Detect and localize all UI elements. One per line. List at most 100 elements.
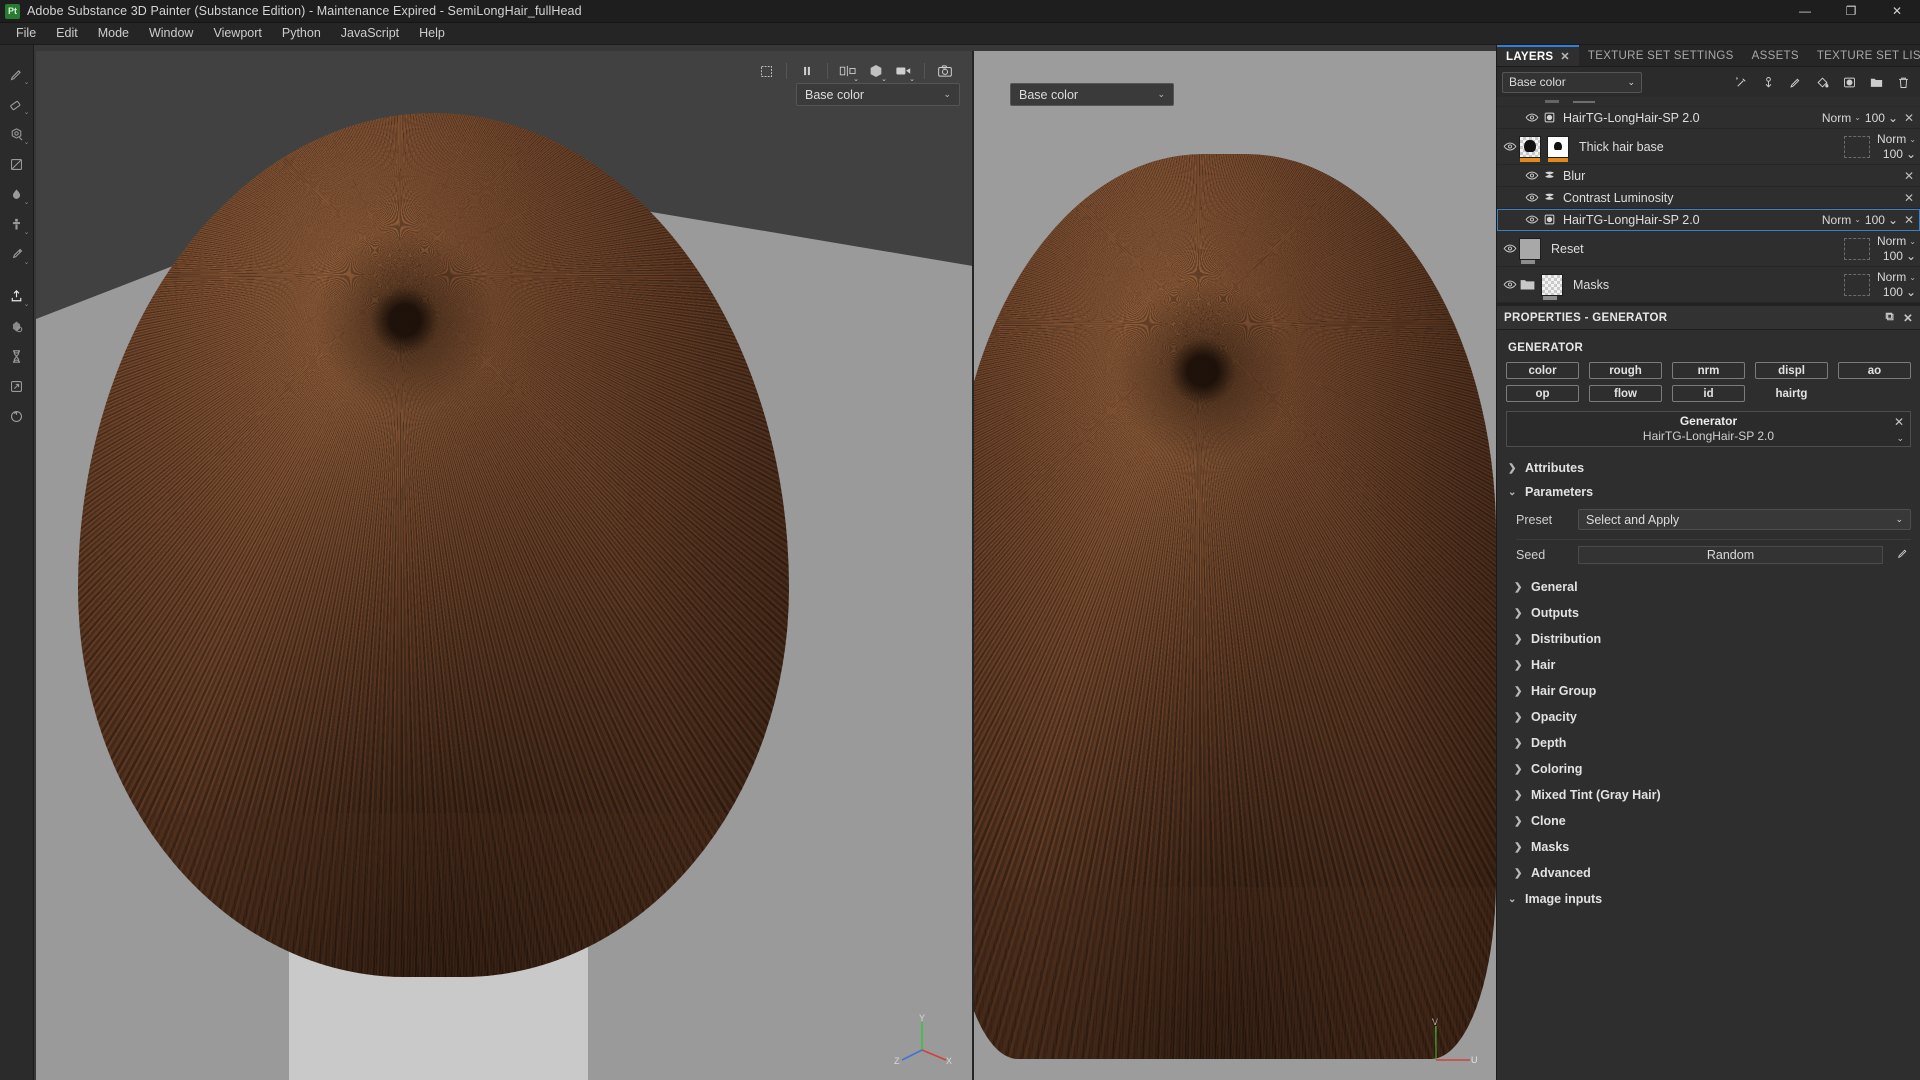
- generator-selector[interactable]: Generator HairTG-LongHair-SP 2.0 ✕ ⌄: [1506, 411, 1911, 447]
- layer-thumbnail[interactable]: [1519, 136, 1541, 158]
- viewport-3d[interactable]: ⌄ ⌄ ⌄ Base color ⌄: [36, 51, 974, 1080]
- layer-row[interactable]: Contrast Luminosity ✕: [1497, 187, 1920, 209]
- close-icon[interactable]: ✕: [1560, 50, 1570, 63]
- resource-updater-tool[interactable]: [3, 371, 31, 401]
- cube-shading-icon[interactable]: ⌄: [863, 59, 889, 83]
- polygon-fill-tool[interactable]: [3, 149, 31, 179]
- smudge-tool[interactable]: ⌄: [3, 179, 31, 209]
- layer-visibility-icon[interactable]: [1523, 170, 1541, 181]
- accordion-masks[interactable]: ❯ Masks: [1506, 834, 1911, 860]
- menu-edit[interactable]: Edit: [46, 23, 88, 44]
- accordion-clone[interactable]: ❯ Clone: [1506, 808, 1911, 834]
- viewport-2d[interactable]: Base color ⌄ V U: [974, 51, 1496, 1080]
- channel-button-nrm[interactable]: nrm: [1672, 362, 1745, 379]
- properties-body[interactable]: GENERATOR color rough nrm displ ao op fl…: [1497, 330, 1920, 1080]
- accordion-distribution[interactable]: ❯ Distribution: [1506, 626, 1911, 652]
- reload-tool[interactable]: [3, 401, 31, 431]
- menu-viewport[interactable]: Viewport: [203, 23, 271, 44]
- layer-row-partial[interactable]: [1497, 97, 1920, 107]
- viewport-right-channel-dropdown[interactable]: Base color ⌄: [1010, 83, 1174, 106]
- layer-mask-slot[interactable]: [1844, 238, 1870, 260]
- layer-visibility-icon[interactable]: [1523, 214, 1541, 225]
- delete-layer-button[interactable]: [1891, 70, 1915, 94]
- accordion-opacity[interactable]: ❯ Opacity: [1506, 704, 1911, 730]
- remove-effect-icon[interactable]: ✕: [1902, 213, 1916, 227]
- close-panel-icon[interactable]: ✕: [1903, 311, 1913, 325]
- preset-select[interactable]: Select and Apply ⌄: [1578, 509, 1911, 530]
- layer-row[interactable]: Blur ✕: [1497, 165, 1920, 187]
- layer-row[interactable]: Thick hair base Norm ⌄ 100 ⌄: [1497, 129, 1920, 165]
- hourglass-tool[interactable]: [3, 341, 31, 371]
- tab-assets[interactable]: ASSETS: [1743, 45, 1808, 66]
- channel-button-ao[interactable]: ao: [1838, 362, 1911, 379]
- layer-mask-thumbnail[interactable]: [1547, 136, 1569, 158]
- screenshot-camera-icon[interactable]: [932, 59, 958, 83]
- layer-opacity[interactable]: 100 ⌄: [1865, 111, 1898, 125]
- layer-blend-mode[interactable]: Norm ⌄: [1822, 213, 1861, 227]
- layer-opacity[interactable]: 100 ⌄: [1883, 249, 1916, 263]
- float-panel-icon[interactable]: ⧉: [1886, 311, 1895, 325]
- menu-mode[interactable]: Mode: [88, 23, 139, 44]
- layer-thumbnail[interactable]: [1519, 238, 1541, 260]
- channel-button-flow[interactable]: flow: [1589, 385, 1662, 402]
- accordion-outputs[interactable]: ❯ Outputs: [1506, 600, 1911, 626]
- layer-blend-mode[interactable]: Norm ⌄: [1822, 111, 1861, 125]
- minimize-button[interactable]: —: [1782, 0, 1828, 23]
- accordion-image-inputs[interactable]: ⌄ Image inputs: [1506, 886, 1911, 912]
- clear-generator-icon[interactable]: ✕: [1894, 415, 1904, 429]
- layers-channel-select[interactable]: Base color ⌄: [1502, 72, 1642, 93]
- paint-brush-tool[interactable]: ⌄: [3, 59, 31, 89]
- layer-blend-mode[interactable]: Norm ⌄: [1877, 234, 1916, 248]
- add-generator-button[interactable]: [1729, 70, 1753, 94]
- tab-texture-set-settings[interactable]: TEXTURE SET SETTINGS: [1579, 45, 1743, 66]
- maximize-button[interactable]: ❐: [1828, 0, 1874, 23]
- chevron-down-icon[interactable]: ⌄: [1896, 433, 1904, 444]
- tab-texture-set-list[interactable]: TEXTURE SET LIST: [1808, 45, 1920, 66]
- close-button[interactable]: ✕: [1874, 0, 1920, 23]
- layer-row[interactable]: Reset Norm ⌄ 100 ⌄: [1497, 231, 1920, 267]
- accordion-mixed-tint[interactable]: ❯ Mixed Tint (Gray Hair): [1506, 782, 1911, 808]
- layer-opacity[interactable]: 100 ⌄: [1883, 285, 1916, 299]
- channel-button-hairtg[interactable]: hairtg: [1755, 385, 1828, 402]
- menu-javascript[interactable]: JavaScript: [331, 23, 409, 44]
- clone-tool[interactable]: ⌄: [3, 209, 31, 239]
- menu-python[interactable]: Python: [272, 23, 331, 44]
- add-anchor-point-button[interactable]: [1756, 70, 1780, 94]
- accordion-coloring[interactable]: ❯ Coloring: [1506, 756, 1911, 782]
- add-fill-layer-button[interactable]: [1810, 70, 1834, 94]
- edit-pencil-icon[interactable]: [1893, 547, 1911, 563]
- layer-visibility-icon[interactable]: [1523, 112, 1541, 123]
- split-view-icon[interactable]: ⌄: [835, 59, 861, 83]
- layer-opacity[interactable]: 100 ⌄: [1865, 213, 1898, 227]
- layer-list[interactable]: HairTG-LongHair-SP 2.0 Norm ⌄ 100 ⌄ ✕: [1497, 97, 1920, 303]
- camera-video-icon[interactable]: ⌄: [891, 59, 917, 83]
- menu-window[interactable]: Window: [139, 23, 203, 44]
- layer-visibility-icon[interactable]: [1501, 243, 1519, 254]
- channel-button-displ[interactable]: displ: [1755, 362, 1828, 379]
- accordion-hair[interactable]: ❯ Hair: [1506, 652, 1911, 678]
- material-picker-tool[interactable]: ⌄: [3, 239, 31, 269]
- layer-row[interactable]: HairTG-LongHair-SP 2.0 Norm ⌄ 100 ⌄ ✕: [1497, 107, 1920, 129]
- add-folder-button[interactable]: [1864, 70, 1888, 94]
- remove-effect-icon[interactable]: ✕: [1902, 191, 1916, 205]
- layer-visibility-icon[interactable]: [1523, 192, 1541, 203]
- accordion-attributes[interactable]: ❯ Attributes: [1506, 456, 1911, 480]
- accordion-general[interactable]: ❯ General: [1506, 574, 1911, 600]
- accordion-depth[interactable]: ❯ Depth: [1506, 730, 1911, 756]
- layer-visibility-icon[interactable]: [1501, 141, 1519, 152]
- layer-blend-mode[interactable]: Norm ⌄: [1877, 132, 1916, 146]
- seed-field[interactable]: Random: [1578, 546, 1883, 564]
- add-mask-button[interactable]: [1837, 70, 1861, 94]
- layer-mask-thumbnail[interactable]: [1541, 274, 1563, 296]
- eraser-tool[interactable]: ⌄: [3, 89, 31, 119]
- export-tool[interactable]: ⌄: [3, 281, 31, 311]
- channel-button-color[interactable]: color: [1506, 362, 1579, 379]
- bake-tool[interactable]: [3, 311, 31, 341]
- layer-row-selected[interactable]: HairTG-LongHair-SP 2.0 Norm ⌄ 100 ⌄ ✕: [1497, 209, 1920, 231]
- no-select-icon[interactable]: [753, 59, 779, 83]
- channel-button-id[interactable]: id: [1672, 385, 1745, 402]
- menu-help[interactable]: Help: [409, 23, 455, 44]
- layer-opacity[interactable]: 100 ⌄: [1883, 147, 1916, 161]
- layer-visibility-icon[interactable]: [1501, 279, 1519, 290]
- menu-file[interactable]: File: [6, 23, 46, 44]
